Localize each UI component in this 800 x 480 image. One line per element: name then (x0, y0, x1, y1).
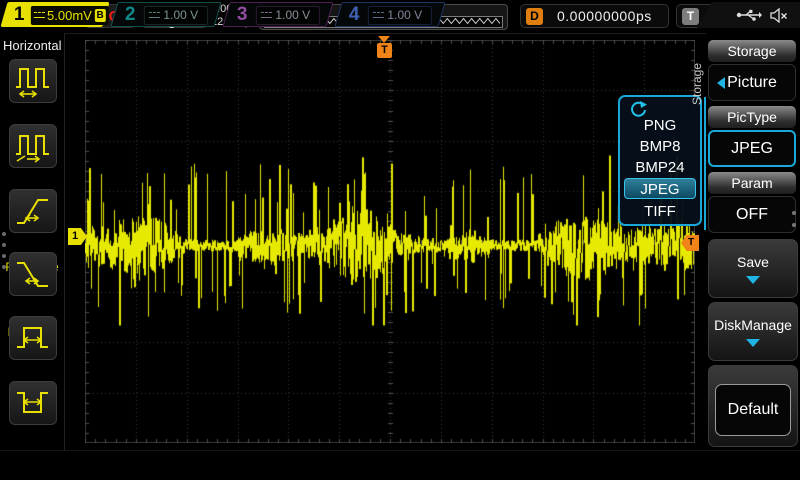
oscilloscope-screen: RIGOL STOP H 1.00 s 1.00MSa/s 12.0M pts … (0, 0, 800, 480)
channel4-status-box[interactable]: 4 1.00 V (334, 2, 445, 27)
delay-value: 0.00000000ps (557, 8, 652, 24)
trigger-position-marker[interactable]: T (377, 36, 392, 59)
storage-type-value: Picture (727, 74, 777, 92)
channel2-status-box[interactable]: 2 1.00 V (110, 2, 221, 27)
fall-time-icon (13, 254, 53, 294)
sound-muted-icon (770, 8, 788, 23)
default-button[interactable]: Default (715, 384, 791, 436)
dc-coupling-icon (373, 11, 384, 18)
trigger-position-flag: T (377, 43, 392, 58)
left-arrow-icon (717, 77, 725, 89)
delay-box[interactable]: D 0.00000000ps (520, 4, 669, 28)
diskmanage-button[interactable]: DiskManage (708, 302, 798, 361)
measure-pwidth-button[interactable] (9, 316, 57, 360)
status-icons-box (697, 2, 800, 28)
popup-item-tiff[interactable]: TIFF (620, 201, 700, 222)
channel2-scale: 1.00 V (164, 8, 199, 22)
pictype-section-header: PicType (708, 106, 796, 128)
dc-coupling-icon (34, 11, 45, 18)
channel4-number: 4 (349, 4, 360, 26)
diskmanage-dropdown-icon (746, 339, 760, 347)
usb-icon (736, 8, 762, 22)
measure-period-button[interactable] (9, 59, 57, 103)
channel1-scale: 5.00mV (47, 7, 92, 22)
waveform-display (85, 40, 695, 443)
channel1-scale-box: 5.00mV B (31, 5, 109, 24)
save-button[interactable]: Save (708, 239, 798, 298)
pictype-value-button[interactable]: JPEG (708, 130, 796, 167)
period-icon (13, 61, 53, 101)
measure-falltime-button[interactable] (9, 252, 57, 296)
save-label: Save (709, 254, 797, 270)
popup-item-bmp8[interactable]: BMP8 (620, 136, 700, 157)
param-value: OFF (736, 206, 768, 224)
save-dropdown-icon (746, 276, 760, 284)
default-group: Default (708, 365, 798, 447)
channel1-number: 1 (14, 4, 25, 26)
channel2-scale-box: 1.00 V (144, 5, 208, 24)
channel2-number: 2 (125, 4, 136, 26)
popup-item-jpeg-selected[interactable]: JPEG (624, 178, 696, 199)
storage-section-header: Storage (708, 40, 796, 62)
param-value-button[interactable]: OFF (708, 196, 796, 233)
menu-more-dots (792, 203, 796, 235)
dc-coupling-icon (149, 11, 160, 18)
channel3-number: 3 (237, 4, 248, 26)
bottom-channel-bar (0, 450, 800, 480)
menu-tab-title: Storage (690, 52, 706, 116)
freq-icon (13, 126, 53, 166)
left-menu-title: Horizontal (3, 38, 62, 53)
channel3-scale: 1.00 V (276, 8, 311, 22)
storage-type-button[interactable]: Picture (708, 64, 796, 101)
channel3-scale-box: 1.00 V (256, 5, 320, 24)
plus-width-icon (13, 318, 53, 358)
channel1-status-box[interactable]: 1 5.00mV B (0, 2, 109, 27)
measure-risetime-button[interactable] (9, 189, 57, 233)
param-section-header: Param (708, 172, 796, 194)
delay-icon: D (526, 8, 543, 25)
pictype-value: JPEG (731, 140, 773, 158)
trigger-icon: T (682, 8, 699, 25)
measure-freq-button[interactable] (9, 124, 57, 168)
bandwidth-limit-icon: B (95, 8, 106, 21)
channel4-scale: 1.00 V (388, 8, 423, 22)
popup-item-png[interactable]: PNG (620, 115, 700, 136)
left-measure-menu: Horizontal Period Freq (0, 33, 65, 450)
minus-width-icon (13, 383, 53, 423)
channel4-scale-box: 1.00 V (368, 5, 432, 24)
rise-time-icon (13, 191, 53, 231)
trigger-position-pointer (378, 36, 390, 43)
measure-nwidth-button[interactable] (9, 381, 57, 425)
dc-coupling-icon (261, 11, 272, 18)
channel3-status-box[interactable]: 3 1.00 V (222, 2, 333, 27)
popup-item-bmp24[interactable]: BMP24 (620, 157, 700, 178)
diskmanage-label: DiskManage (709, 317, 797, 333)
